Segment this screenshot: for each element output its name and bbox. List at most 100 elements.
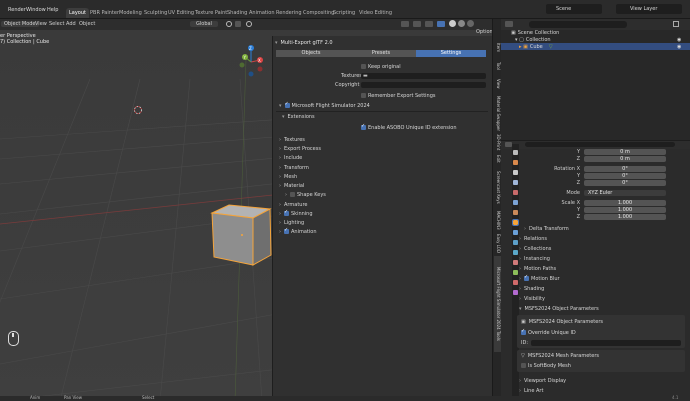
tab-presets[interactable]: Presets [346, 50, 416, 57]
panel-mesh[interactable]: › Mesh [279, 174, 297, 180]
loc-y-field[interactable]: 0 m [584, 149, 666, 155]
panel-material[interactable]: › Material [279, 183, 304, 189]
shading-solid-icon[interactable] [449, 20, 456, 27]
scale-z-field[interactable]: 1.000 [584, 214, 666, 220]
msfs-object-params-panel[interactable]: ▾ MSFS2024 Object Parameters [519, 306, 599, 312]
scene-collection-item[interactable]: ▣ Scene Collection [511, 30, 559, 36]
panel-textures[interactable]: › Textures [279, 137, 305, 143]
panel-transform[interactable]: › Transform [279, 165, 309, 171]
vtab-msfs-tools[interactable]: Microsoft Flight Simulator 2024 Tools [494, 256, 501, 352]
rotation-z-field[interactable]: 0° [584, 180, 666, 186]
panel-armature[interactable]: › Armature [279, 202, 307, 208]
extensions-header[interactable]: ▾ Extensions [282, 114, 315, 120]
vtab-edit[interactable]: Edit [494, 152, 501, 166]
tab-scripting[interactable]: Scripting [330, 8, 358, 18]
visibility-panel[interactable]: › Visibility [519, 296, 545, 302]
menu-help[interactable]: Help [47, 7, 58, 13]
material-tab-icon[interactable] [513, 280, 518, 285]
loc-z-field[interactable]: 0 m [584, 156, 666, 162]
vtab-easy-lod[interactable]: Easy LOD [494, 233, 501, 255]
panel-animation[interactable]: ›Animation [279, 227, 317, 235]
visibility-icon[interactable] [401, 21, 409, 27]
relations-panel[interactable]: › Relations [519, 236, 547, 242]
id-input[interactable] [531, 340, 681, 346]
snap-icon[interactable] [235, 21, 241, 27]
unique-id-checkbox[interactable]: Enable ASOBO Unique ID extension [361, 123, 457, 131]
modifier-tab-icon[interactable] [513, 230, 518, 235]
cube-item[interactable]: ▸ ▣ Cube ▽ [519, 44, 553, 50]
physics-tab-icon[interactable] [513, 250, 518, 255]
data-tab-icon[interactable] [513, 270, 518, 275]
line-art-panel[interactable]: › Line Art [519, 388, 543, 394]
copyright-field[interactable] [361, 82, 486, 88]
properties-search-input[interactable] [525, 142, 675, 147]
motion-paths-panel[interactable]: › Motion Paths [519, 266, 556, 272]
menu-render[interactable]: Render [8, 7, 26, 13]
output-tab-icon[interactable] [513, 170, 518, 175]
vtab-machin3[interactable]: MACHIN3 [494, 208, 501, 232]
render-tab-icon[interactable] [513, 160, 518, 165]
navigation-gizmo[interactable]: Z X Y [236, 43, 266, 83]
texture-tab-icon[interactable] [513, 290, 518, 295]
filter-icon[interactable] [673, 21, 679, 27]
vtab-tool[interactable]: Tool [494, 57, 501, 75]
view-layer-tab-icon[interactable] [513, 180, 518, 185]
view-layer-selector[interactable]: View Layer [616, 4, 682, 14]
object-tab-icon[interactable] [512, 219, 519, 226]
gizmo-toggle-icon[interactable] [413, 21, 421, 27]
panel-lighting[interactable]: › Lighting [279, 220, 304, 226]
shading-panel[interactable]: › Shading [519, 286, 544, 292]
scale-x-field[interactable]: 1.000 [584, 200, 666, 206]
shading-rendered-icon[interactable] [467, 20, 474, 27]
cube-visibility-icon[interactable]: ◉ [677, 44, 681, 50]
menu-add[interactable]: Add [66, 21, 76, 27]
editor-type-icon[interactable] [505, 21, 513, 27]
menu-window[interactable]: Window [26, 7, 46, 13]
properties-editor-icon[interactable] [505, 142, 512, 147]
vtab-material-swapper[interactable]: Material Swapper [494, 94, 501, 132]
cube-object[interactable] [210, 204, 272, 266]
softbody-checkbox[interactable]: Is SoftBody Mesh [521, 363, 571, 369]
tab-layout[interactable]: Layout [66, 8, 89, 18]
tab-objects[interactable]: Objects [276, 50, 346, 57]
world-tab-icon[interactable] [513, 200, 518, 205]
particles-tab-icon[interactable] [513, 240, 518, 245]
panel-skinning[interactable]: ›Skinning [279, 209, 313, 217]
pivot-icon[interactable] [226, 21, 232, 27]
scale-y-field[interactable]: 1.000 [584, 207, 666, 213]
viewport-display-panel[interactable]: › Viewport Display [519, 378, 566, 384]
panel-export-process[interactable]: › Export Process [279, 146, 321, 152]
motion-blur-panel[interactable]: ›Motion Blur [519, 274, 560, 282]
orientation-selector[interactable]: Global [190, 21, 218, 27]
proportional-edit-icon[interactable] [246, 21, 252, 27]
overlay-icon[interactable] [425, 21, 433, 27]
shading-material-icon[interactable] [458, 20, 465, 27]
panel-include[interactable]: › Include [279, 155, 302, 161]
rotation-mode-dropdown[interactable]: XYZ Euler [584, 190, 666, 196]
panel-shape-keys[interactable]: › Shape Keys [285, 192, 326, 198]
tab-video-editing[interactable]: Video Editing [356, 8, 395, 18]
xray-icon[interactable] [437, 21, 445, 27]
override-unique-id-checkbox[interactable]: Override Unique ID [521, 328, 576, 336]
collection-visibility-icon[interactable]: ◉ [677, 37, 681, 43]
menu-view[interactable]: View [35, 21, 47, 27]
collection-tab-icon[interactable] [513, 210, 518, 215]
tab-settings[interactable]: Settings [416, 50, 486, 57]
keep-original-checkbox[interactable]: Keep original [361, 64, 401, 70]
vtab-3d-print[interactable]: 3D-Print [494, 133, 501, 151]
rotation-x-field[interactable]: 0° [584, 166, 666, 172]
tool-tab-icon[interactable] [513, 150, 518, 155]
menu-object[interactable]: Object [79, 21, 95, 27]
remember-settings-checkbox[interactable]: Remember Export Settings [361, 93, 436, 99]
scene-tab-icon[interactable] [513, 190, 518, 195]
vtab-screencast-keys[interactable]: Screencast Keys [494, 167, 501, 207]
mode-selector[interactable]: Object Mode [1, 21, 39, 27]
constraints-tab-icon[interactable] [513, 260, 518, 265]
vtab-item[interactable]: Item [494, 39, 501, 57]
scene-selector[interactable]: Scene [546, 4, 602, 14]
vtab-view[interactable]: View [494, 75, 501, 93]
delta-transform-panel[interactable]: › Delta Transform [524, 226, 569, 232]
msfs-section-header[interactable]: ▾Microsoft Flight Simulator 2024 [279, 101, 370, 109]
instancing-panel[interactable]: › Instancing [519, 256, 550, 262]
menu-select[interactable]: Select [49, 21, 64, 27]
